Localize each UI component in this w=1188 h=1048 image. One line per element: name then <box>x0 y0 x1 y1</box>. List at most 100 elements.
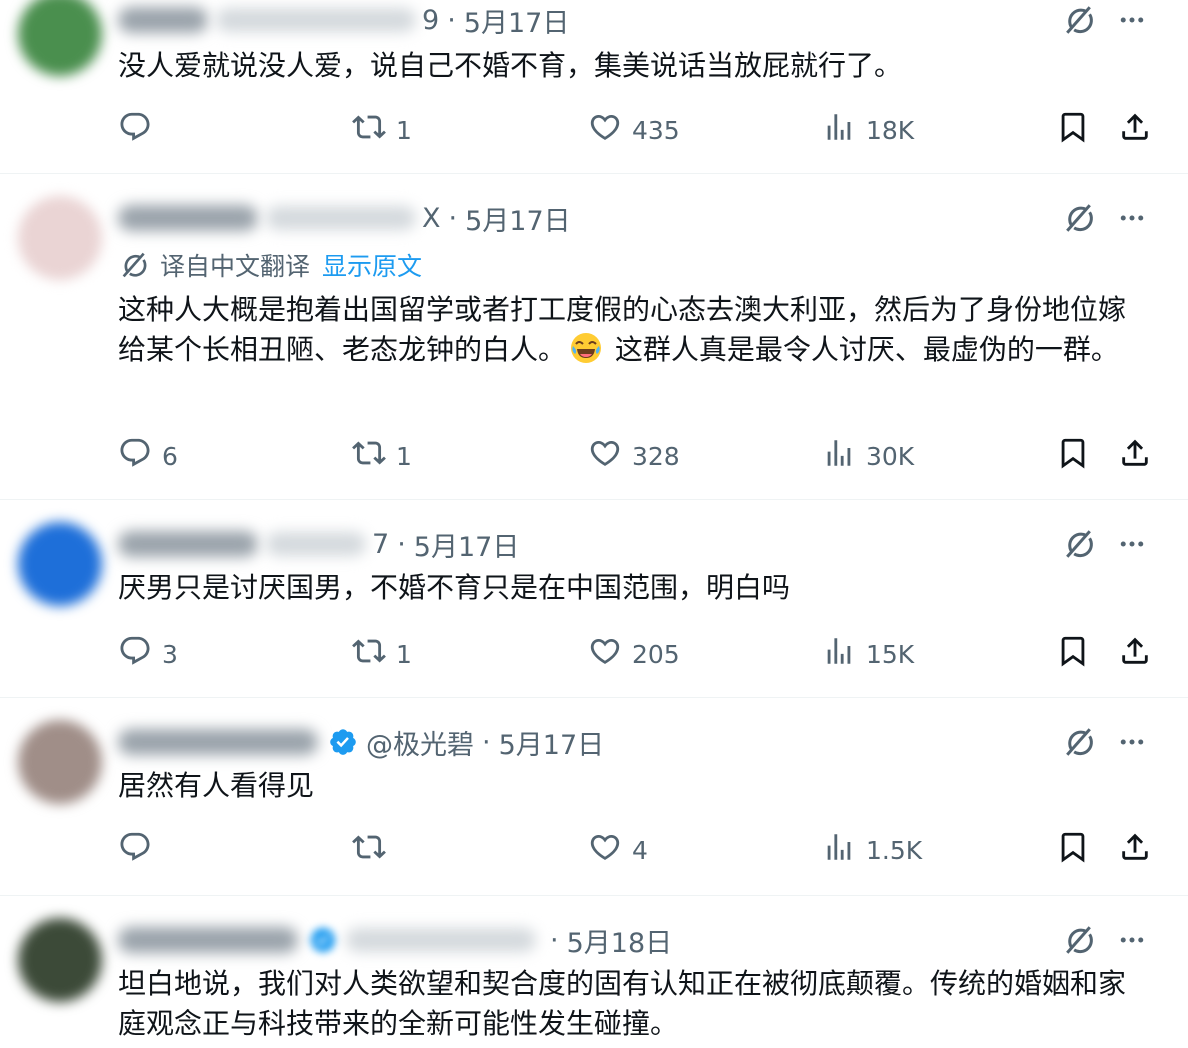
share-button[interactable] <box>1118 830 1152 870</box>
bookmark-icon <box>1056 110 1090 150</box>
author-handle[interactable] <box>266 206 416 230</box>
retweet-icon <box>352 110 386 150</box>
tweet-4[interactable]: @极光碧 · 5月17日 居然有人看得见 4 1.5K <box>0 698 1188 896</box>
like-icon <box>588 830 622 870</box>
tweet-text: 厌男只是讨厌国男，不婚不育只是在中国范围，明白吗 <box>118 571 791 604</box>
tweet-date[interactable]: 5月17日 <box>464 1 570 40</box>
bookmark-icon <box>1056 634 1090 674</box>
share-button[interactable] <box>1118 110 1152 150</box>
grok-icon[interactable] <box>1060 920 1100 960</box>
tweet-2[interactable]: X · 5月17日 译自中文翻译 显示原文 这种人大概是抱着出国留学或者打工度假… <box>0 174 1188 500</box>
author-name[interactable] <box>118 729 318 755</box>
author-name[interactable] <box>118 7 208 33</box>
retweet-button[interactable]: 1 <box>352 634 412 674</box>
tweet-date[interactable]: 5月18日 <box>567 921 673 960</box>
face-with-tears-of-joy-icon <box>571 333 602 363</box>
reply-icon <box>118 634 152 674</box>
retweet-button[interactable] <box>352 830 396 870</box>
bookmark-button[interactable] <box>1056 436 1090 476</box>
grok-icon[interactable] <box>1060 198 1100 238</box>
tweet-header: · 5月18日 <box>118 921 673 960</box>
reply-button[interactable]: 6 <box>118 436 178 476</box>
grok-icon[interactable] <box>1060 524 1100 564</box>
more-icon[interactable] <box>1112 524 1152 564</box>
author-name[interactable] <box>118 927 298 953</box>
views-icon <box>822 436 856 476</box>
action-bar: 3 1 205 15K <box>0 634 1188 674</box>
avatar[interactable] <box>18 196 102 280</box>
separator-dot: · <box>550 924 559 956</box>
share-button[interactable] <box>1118 436 1152 476</box>
author-handle[interactable]: @极光碧 <box>366 723 474 762</box>
avatar[interactable] <box>18 522 102 606</box>
grok-icon[interactable] <box>1060 0 1100 40</box>
share-icon <box>1118 830 1152 870</box>
tweet-header: @极光碧 · 5月17日 <box>118 723 605 762</box>
author-name[interactable] <box>118 205 258 231</box>
separator-dot: · <box>447 4 456 36</box>
tweet-text: 居然有人看得见 <box>118 769 315 802</box>
avatar[interactable] <box>18 0 102 76</box>
tweet-date[interactable]: 5月17日 <box>414 525 520 564</box>
reply-button[interactable] <box>118 110 162 150</box>
tweet-header: 9 · 5月17日 <box>118 1 570 40</box>
bookmark-icon <box>1056 436 1090 476</box>
bookmark-button[interactable] <box>1056 830 1090 870</box>
views-icon <box>822 634 856 674</box>
bookmark-button[interactable] <box>1056 634 1090 674</box>
reply-icon <box>118 110 152 150</box>
avatar[interactable] <box>18 918 102 1002</box>
more-icon[interactable] <box>1112 0 1152 40</box>
views-button[interactable]: 15K <box>822 634 914 674</box>
retweet-button[interactable]: 1 <box>352 436 412 476</box>
separator-dot: · <box>448 202 458 234</box>
grok-icon[interactable] <box>1060 722 1100 762</box>
author-handle[interactable] <box>346 928 536 952</box>
views-icon <box>822 110 856 150</box>
tweet-header: X · 5月17日 <box>118 199 571 238</box>
retweet-button[interactable]: 1 <box>352 110 412 150</box>
views-icon <box>822 830 856 870</box>
separator-dot: · <box>482 726 491 758</box>
avatar[interactable] <box>18 720 102 804</box>
handle-tail: 7 <box>372 528 390 560</box>
more-icon[interactable] <box>1112 198 1152 238</box>
reply-icon <box>118 830 152 870</box>
like-button[interactable]: 205 <box>588 634 680 674</box>
share-icon <box>1118 110 1152 150</box>
views-button[interactable]: 30K <box>822 436 914 476</box>
reply-button[interactable]: 3 <box>118 634 178 674</box>
more-icon[interactable] <box>1112 920 1152 960</box>
views-button[interactable]: 1.5K <box>822 830 922 870</box>
more-icon[interactable] <box>1112 722 1152 762</box>
bookmark-icon <box>1056 830 1090 870</box>
reply-icon <box>118 436 152 476</box>
author-handle[interactable] <box>216 8 416 32</box>
action-bar: 1 435 18K <box>0 110 1188 150</box>
author-name[interactable] <box>118 531 258 557</box>
share-button[interactable] <box>1118 634 1152 674</box>
tweet-text: 坦白地说，我们对人类欲望和契合度的固有认知正在被彻底颠覆。传统的婚姻和家庭观念正… <box>118 967 1127 1040</box>
tweet-3[interactable]: 7 · 5月17日 厌男只是讨厌国男，不婚不育只是在中国范围，明白吗 3 1 2… <box>0 500 1188 698</box>
like-button[interactable]: 435 <box>588 110 680 150</box>
author-handle[interactable] <box>266 532 366 556</box>
tweet-5[interactable]: · 5月18日 坦白地说，我们对人类欲望和契合度的固有认知正在被彻底颠覆。传统的… <box>0 896 1188 1048</box>
views-button[interactable]: 18K <box>822 110 914 150</box>
share-icon <box>1118 436 1152 476</box>
tweet-date[interactable]: 5月17日 <box>499 723 605 762</box>
tweet-text: 没人爱就说没人爱，说自己不婚不育，集美说话当放屁就行了。 <box>118 49 903 82</box>
translation-bar: 译自中文翻译 显示原文 <box>118 248 422 282</box>
verified-icon <box>328 727 358 757</box>
like-button[interactable]: 328 <box>588 436 680 476</box>
bookmark-button[interactable] <box>1056 110 1090 150</box>
reply-button[interactable] <box>118 830 162 870</box>
action-bar: 4 1.5K <box>0 830 1188 870</box>
like-button[interactable]: 4 <box>588 830 648 870</box>
show-original-link[interactable]: 显示原文 <box>322 247 422 283</box>
handle-tail: 9 <box>422 4 440 36</box>
retweet-icon <box>352 436 386 476</box>
tweet-date[interactable]: 5月17日 <box>465 199 571 238</box>
retweet-icon <box>352 634 386 674</box>
like-icon <box>588 110 622 150</box>
tweet-1[interactable]: 9 · 5月17日 没人爱就说没人爱，说自己不婚不育，集美说话当放屁就行了。 1… <box>0 0 1188 174</box>
